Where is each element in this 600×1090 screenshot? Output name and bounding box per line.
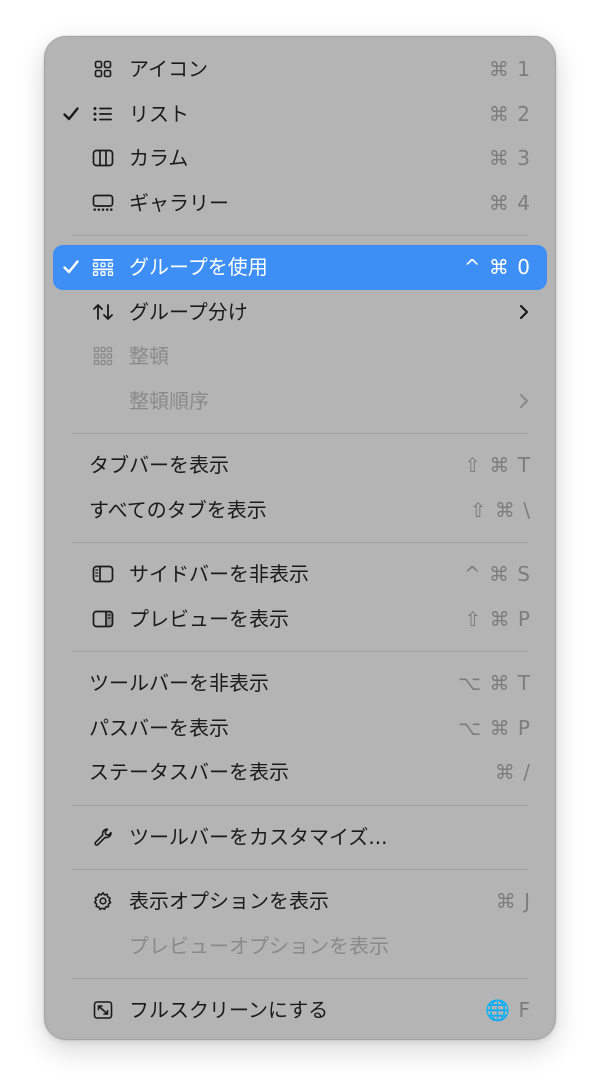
menu-items: アイコン ⌘ 1 リスト ⌘ 2 カラム ⌘ 3 ギャラリー ⌘ 4 グループを… (45, 47, 555, 1033)
menu-item-show-tab-bar[interactable]: タブバーを表示 ⇧ ⌘ T (53, 443, 547, 488)
menu-item-label: プレビューを表示 (129, 606, 289, 631)
chevron-right-icon (519, 290, 529, 335)
menu-item-label: タブバーを表示 (89, 453, 229, 477)
menu-item-label: グループを使用 (129, 255, 268, 279)
menu-separator (45, 225, 555, 245)
menu-item-label: ツールバーをカスタマイズ... (129, 824, 388, 849)
menu-item-icon-view[interactable]: アイコン ⌘ 1 (53, 47, 547, 92)
menu-item-column-view[interactable]: カラム ⌘ 3 (53, 136, 547, 181)
menu-item-clean-up: 整頓 (53, 334, 547, 379)
menu-item-label: フルスクリーンにする (129, 998, 329, 1022)
shortcut-label: ⌘ 4 (488, 190, 531, 215)
menu-separator (45, 859, 555, 879)
grid-icon (90, 47, 116, 92)
gear-icon (90, 879, 116, 924)
shortcut-label: 🌐 F (485, 998, 531, 1022)
menu-item-show-all-tabs[interactable]: すべてのタブを表示 ⇧ ⌘ \ (53, 488, 547, 533)
shortcut-label: ⌥ ⌘ P (458, 715, 531, 740)
menu-item-label: ギャラリー (129, 190, 229, 215)
group-icon (90, 245, 116, 290)
menu-item-label: リスト (129, 101, 189, 126)
menu-item-gallery-view[interactable]: ギャラリー ⌘ 4 (53, 181, 547, 226)
menu-item-customize-toolbar[interactable]: ツールバーをカスタマイズ... (53, 815, 547, 860)
shortcut-label: ⇧ ⌘ T (464, 453, 531, 477)
menu-item-label: 整頓順序 (129, 388, 209, 413)
menu-item-label: グループ分け (129, 299, 248, 324)
shortcut-label: ⇧ ⌘ \ (469, 497, 531, 522)
checkmark-icon (60, 92, 82, 137)
menu-item-label: サイドバーを非表示 (129, 562, 309, 586)
menu-item-label: パスバーを表示 (89, 715, 229, 740)
menu-item-show-status-bar[interactable]: ステータスバーを表示 ⌘ / (53, 750, 547, 795)
menu-item-label: アイコン (129, 57, 208, 81)
menu-separator (45, 795, 555, 815)
shortcut-label: ⌥ ⌘ T (458, 671, 531, 695)
wrench-icon (90, 815, 116, 860)
shortcut-label: ^ ⌘ 0 (463, 255, 531, 279)
menu-item-show-view-options[interactable]: 表示オプションを表示 ⌘ J (53, 879, 547, 924)
menu-item-label: ステータスバーを表示 (89, 760, 289, 784)
list-icon (90, 92, 116, 137)
menu-item-label: ツールバーを非表示 (89, 671, 269, 695)
menu-item-show-path-bar[interactable]: パスバーを表示 ⌥ ⌘ P (53, 706, 547, 751)
menu-item-label: 表示オプションを表示 (129, 889, 329, 913)
columns-icon (90, 136, 116, 181)
sidebar-icon (90, 552, 116, 597)
menu-item-show-preview[interactable]: プレビューを表示 ⇧ ⌘ P (53, 597, 547, 642)
shortcut-label: ⌘ 1 (488, 57, 531, 81)
menu-item-label: すべてのタブを表示 (89, 497, 267, 522)
fullscreen-icon (90, 988, 116, 1033)
menu-item-label: 整頓 (129, 344, 169, 368)
menu-separator (45, 423, 555, 443)
checkmark-icon (60, 245, 82, 290)
menu-item-hide-sidebar[interactable]: サイドバーを非表示 ^ ⌘ S (53, 552, 547, 597)
menu-separator (45, 532, 555, 552)
preview-pane-icon (90, 597, 116, 642)
menu-item-use-groups[interactable]: グループを使用 ^ ⌘ 0 (53, 245, 547, 290)
view-menu: アイコン ⌘ 1 リスト ⌘ 2 カラム ⌘ 3 ギャラリー ⌘ 4 グループを… (44, 36, 556, 1040)
menu-separator (45, 968, 555, 988)
shortcut-label: ^ ⌘ S (463, 562, 531, 586)
shortcut-label: ⌘ 2 (488, 101, 531, 126)
menu-separator (45, 641, 555, 661)
menu-item-label: カラム (129, 146, 189, 170)
menu-item-hide-toolbar[interactable]: ツールバーを非表示 ⌥ ⌘ T (53, 661, 547, 706)
menu-item-list-view[interactable]: リスト ⌘ 2 (53, 92, 547, 137)
shortcut-label: ⇧ ⌘ P (464, 606, 531, 631)
shortcut-label: ⌘ / (494, 760, 531, 784)
sort-arrows-icon (90, 290, 116, 335)
menu-item-group-by[interactable]: グループ分け (53, 290, 547, 335)
menu-item-enter-fullscreen[interactable]: フルスクリーンにする 🌐 F (53, 988, 547, 1033)
menu-item-label: プレビューオプションを表示 (129, 933, 389, 958)
gallery-icon (90, 181, 116, 226)
cleanup-grid-icon (90, 334, 116, 379)
shortcut-label: ⌘ 3 (488, 146, 531, 170)
menu-item-show-preview-options: プレビューオプションを表示 (53, 924, 547, 969)
menu-item-clean-up-by: 整頓順序 (53, 379, 547, 424)
shortcut-label: ⌘ J (495, 889, 531, 913)
chevron-right-icon (519, 379, 529, 424)
